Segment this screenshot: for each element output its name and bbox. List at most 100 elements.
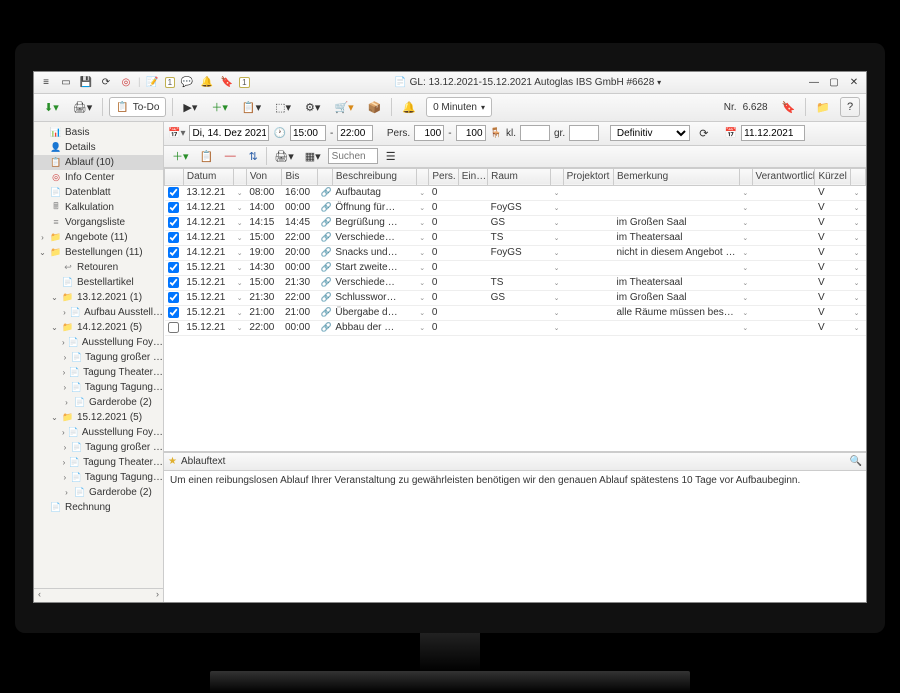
cell[interactable]: V	[815, 320, 851, 335]
tree-caret-icon[interactable]: ›	[62, 428, 65, 437]
cell[interactable]	[458, 290, 487, 305]
cell[interactable]: 19:00	[246, 245, 282, 260]
table-row[interactable]: 14.12.21⌄15:0022:00🔗Verschiede…⌄0TS⌄im T…	[165, 230, 866, 245]
cell[interactable]: 21:00	[246, 305, 282, 320]
target-icon[interactable]: ◎	[118, 74, 134, 90]
tree-caret-icon[interactable]: ›	[62, 473, 68, 482]
cell[interactable]: 14:30	[246, 260, 282, 275]
cell[interactable]	[458, 275, 487, 290]
info-button[interactable]: 🔖	[778, 97, 800, 117]
cell[interactable]: ⌄	[234, 260, 247, 275]
column-header[interactable]	[318, 168, 333, 185]
cell[interactable]	[488, 320, 551, 335]
cell[interactable]	[165, 215, 184, 230]
cell[interactable]: Übergabe d…	[332, 305, 416, 320]
cell[interactable]	[752, 320, 815, 335]
chevron-down-icon[interactable]: ⌄	[854, 310, 860, 317]
tree-caret-icon[interactable]: ⌄	[50, 293, 59, 302]
chevron-down-icon[interactable]: ⌄	[419, 265, 425, 272]
cell[interactable]	[165, 320, 184, 335]
export-button[interactable]: ⬇▾	[40, 97, 63, 117]
sidebar-item[interactable]: ›📁Angebote (11)	[34, 230, 163, 245]
cell[interactable]: 0	[429, 200, 458, 215]
play-button[interactable]: ▶▾	[179, 97, 201, 117]
cell[interactable]: ⌄	[234, 320, 247, 335]
cell[interactable]: 🔗	[318, 200, 333, 215]
row-checkbox[interactable]	[168, 232, 179, 243]
status-select[interactable]: Definitiv	[610, 125, 690, 141]
column-header[interactable]: Raum	[488, 168, 551, 185]
menu-icon[interactable]: ≡	[38, 74, 54, 90]
gr-field[interactable]	[569, 125, 599, 141]
link-icon[interactable]: 🔗	[321, 202, 333, 213]
grid-filter-button[interactable]: ☰	[381, 146, 401, 166]
chevron-down-icon[interactable]: ⌄	[854, 220, 860, 227]
chevron-down-icon[interactable]: ⌄	[419, 280, 425, 287]
chevron-down-icon[interactable]: ⌄	[237, 295, 243, 302]
cell[interactable]: ⌄	[551, 200, 564, 215]
chevron-down-icon[interactable]: ⌄	[419, 190, 425, 197]
row-checkbox[interactable]	[168, 277, 179, 288]
cell[interactable]: FoyGS	[488, 245, 551, 260]
save-icon[interactable]: 💾	[78, 74, 94, 90]
cell[interactable]	[563, 185, 613, 200]
column-header[interactable]: Projektort	[563, 168, 613, 185]
table-row[interactable]: 14.12.21⌄14:1514:45🔗Begrüßung …⌄0GS⌄im G…	[165, 215, 866, 230]
cell[interactable]	[563, 230, 613, 245]
cell[interactable]	[488, 305, 551, 320]
cell[interactable]: 🔗	[318, 275, 333, 290]
pers-to-field[interactable]	[456, 125, 486, 141]
tree-caret-icon[interactable]: ›	[62, 443, 68, 452]
cell[interactable]: V	[815, 245, 851, 260]
sidebar-item[interactable]: 📄Rechnung	[34, 500, 163, 515]
cell[interactable]	[458, 230, 487, 245]
cell[interactable]: 0	[429, 260, 458, 275]
cell[interactable]: ⌄	[851, 260, 866, 275]
cell[interactable]: Abbau der …	[332, 320, 416, 335]
cell[interactable]: ⌄	[851, 290, 866, 305]
cell[interactable]	[614, 320, 740, 335]
cell[interactable]: ⌄	[739, 185, 752, 200]
cell[interactable]: ⌄	[739, 200, 752, 215]
column-header[interactable]: Datum	[183, 168, 233, 185]
cell[interactable]: 🔗	[318, 260, 333, 275]
chevron-down-icon[interactable]: ⌄	[854, 250, 860, 257]
cell[interactable]: ⌄	[416, 260, 429, 275]
chevron-down-icon[interactable]: ⌄	[742, 220, 748, 227]
table-row[interactable]: 14.12.21⌄14:0000:00🔗Öffnung für…⌄0FoyGS⌄…	[165, 200, 866, 215]
chevron-down-icon[interactable]: ⌄	[419, 205, 425, 212]
cell[interactable]: 0	[429, 320, 458, 335]
add-button[interactable]: ＋▾	[207, 97, 232, 117]
link-icon[interactable]: 🔗	[321, 322, 333, 333]
cell[interactable]	[752, 215, 815, 230]
chevron-down-icon[interactable]: ⌄	[237, 220, 243, 227]
tree-caret-icon[interactable]: ⌄	[50, 323, 59, 332]
chevron-down-icon[interactable]: ⌄	[854, 265, 860, 272]
alert-icon[interactable]: 🔖	[219, 74, 235, 90]
column-header[interactable]: Bis	[282, 168, 318, 185]
sidebar-item[interactable]: 📄Datenblatt	[34, 185, 163, 200]
chevron-down-icon[interactable]: ⌄	[419, 250, 425, 257]
cell[interactable]: 15.12.21	[183, 290, 233, 305]
cell[interactable]: im Theatersaal	[614, 275, 740, 290]
row-checkbox[interactable]	[168, 202, 179, 213]
cell[interactable]: ⌄	[416, 290, 429, 305]
clock-icon[interactable]: 🕐	[273, 128, 285, 139]
package-button[interactable]: 📦	[364, 97, 386, 117]
cell[interactable]: ⌄	[851, 185, 866, 200]
cell[interactable]: 15.12.21	[183, 305, 233, 320]
chevron-down-icon[interactable]: ⌄	[854, 235, 860, 242]
cell[interactable]	[458, 200, 487, 215]
grid-sort-button[interactable]: ⇅	[243, 146, 263, 166]
cell[interactable]	[165, 200, 184, 215]
cell[interactable]: ⌄	[234, 200, 247, 215]
tree-caret-icon[interactable]: ›	[62, 398, 71, 407]
chevron-down-icon[interactable]: ⌄	[854, 280, 860, 287]
cell[interactable]: 00:00	[282, 260, 318, 275]
cell[interactable]	[752, 230, 815, 245]
date-field[interactable]	[189, 125, 269, 141]
cell[interactable]: TS	[488, 275, 551, 290]
cell[interactable]	[563, 290, 613, 305]
cell[interactable]	[458, 185, 487, 200]
chevron-down-icon[interactable]: ⌄	[237, 235, 243, 242]
